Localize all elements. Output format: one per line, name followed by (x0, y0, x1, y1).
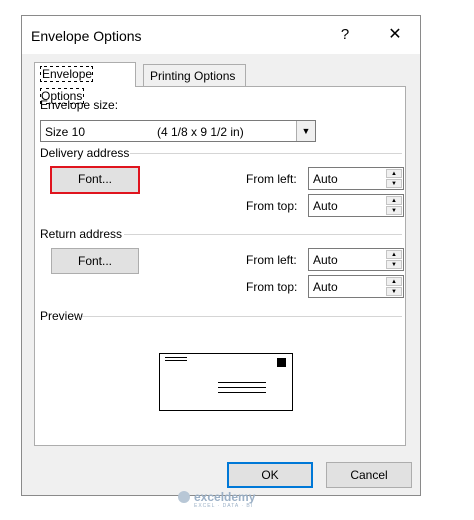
envelope-size-name: Size 10 (45, 125, 86, 139)
envelope-options-panel: Envelope size: Size 10 (4 1/8 x 9 1/2 in… (34, 86, 406, 446)
spin-up-icon[interactable]: ▲ (386, 196, 402, 205)
delivery-divider (130, 153, 402, 154)
return-font-button[interactable]: Font... (51, 248, 139, 274)
title-bar: Envelope Options ? ✕ (22, 16, 420, 54)
delivery-from-left-value: Auto (313, 172, 338, 186)
return-divider (124, 234, 402, 235)
preview-heading: Preview (40, 309, 83, 323)
dialog-title: Envelope Options (31, 28, 142, 44)
watermark: exceldemy EXCEL · DATA · BI (178, 490, 298, 509)
tab-printing-options[interactable]: Printing Options (143, 64, 246, 86)
envelope-size-dimensions: (4 1/8 x 9 1/2 in) (157, 125, 244, 139)
return-from-top-label: From top: (246, 280, 298, 294)
watermark-name: exceldemy (194, 490, 256, 504)
return-from-left-label: From left: (246, 253, 297, 267)
return-from-top-value: Auto (313, 280, 338, 294)
spin-up-icon[interactable]: ▲ (386, 169, 402, 178)
return-address-line (165, 357, 187, 358)
delivery-address-line (218, 392, 266, 393)
delivery-from-top-value: Auto (313, 199, 338, 213)
spin-down-icon[interactable]: ▼ (386, 206, 402, 215)
spin-down-icon[interactable]: ▼ (386, 260, 402, 269)
spin-down-icon[interactable]: ▼ (386, 179, 402, 188)
tab-envelope-options[interactable]: Envelope Options (34, 62, 136, 104)
spin-down-icon[interactable]: ▼ (386, 287, 402, 296)
envelope-size-dropdown[interactable]: Size 10 (4 1/8 x 9 1/2 in) ▼ (40, 120, 316, 142)
stamp-icon (277, 358, 286, 367)
delivery-address-heading: Delivery address (40, 146, 130, 160)
tab-printing-options-label: Printing Options (150, 69, 236, 83)
ok-button[interactable]: OK (227, 462, 313, 488)
delivery-font-button[interactable]: Font... (50, 166, 140, 194)
delivery-address-line (218, 387, 266, 388)
delivery-from-top-spinner[interactable]: Auto ▲ ▼ (308, 194, 404, 217)
delivery-address-line (218, 382, 266, 383)
cancel-button[interactable]: Cancel (326, 462, 412, 488)
delivery-from-left-label: From left: (246, 172, 297, 186)
return-address-heading: Return address (40, 227, 123, 241)
chevron-down-icon[interactable]: ▼ (296, 121, 315, 141)
spin-up-icon[interactable]: ▲ (386, 250, 402, 259)
exceldemy-logo-icon (178, 491, 190, 503)
return-from-top-spinner[interactable]: Auto ▲ ▼ (308, 275, 404, 298)
delivery-from-top-label: From top: (246, 199, 298, 213)
close-button[interactable]: ✕ (380, 21, 410, 49)
preview-divider (82, 316, 402, 317)
return-address-line (165, 360, 187, 361)
spin-up-icon[interactable]: ▲ (386, 277, 402, 286)
delivery-from-left-spinner[interactable]: Auto ▲ ▼ (308, 167, 404, 190)
envelope-options-dialog: Envelope Options ? ✕ Envelope Options Pr… (21, 15, 421, 496)
watermark-tagline: EXCEL · DATA · BI (194, 503, 254, 509)
return-from-left-spinner[interactable]: Auto ▲ ▼ (308, 248, 404, 271)
help-button[interactable]: ? (332, 21, 358, 49)
return-from-left-value: Auto (313, 253, 338, 267)
envelope-preview (159, 353, 293, 411)
